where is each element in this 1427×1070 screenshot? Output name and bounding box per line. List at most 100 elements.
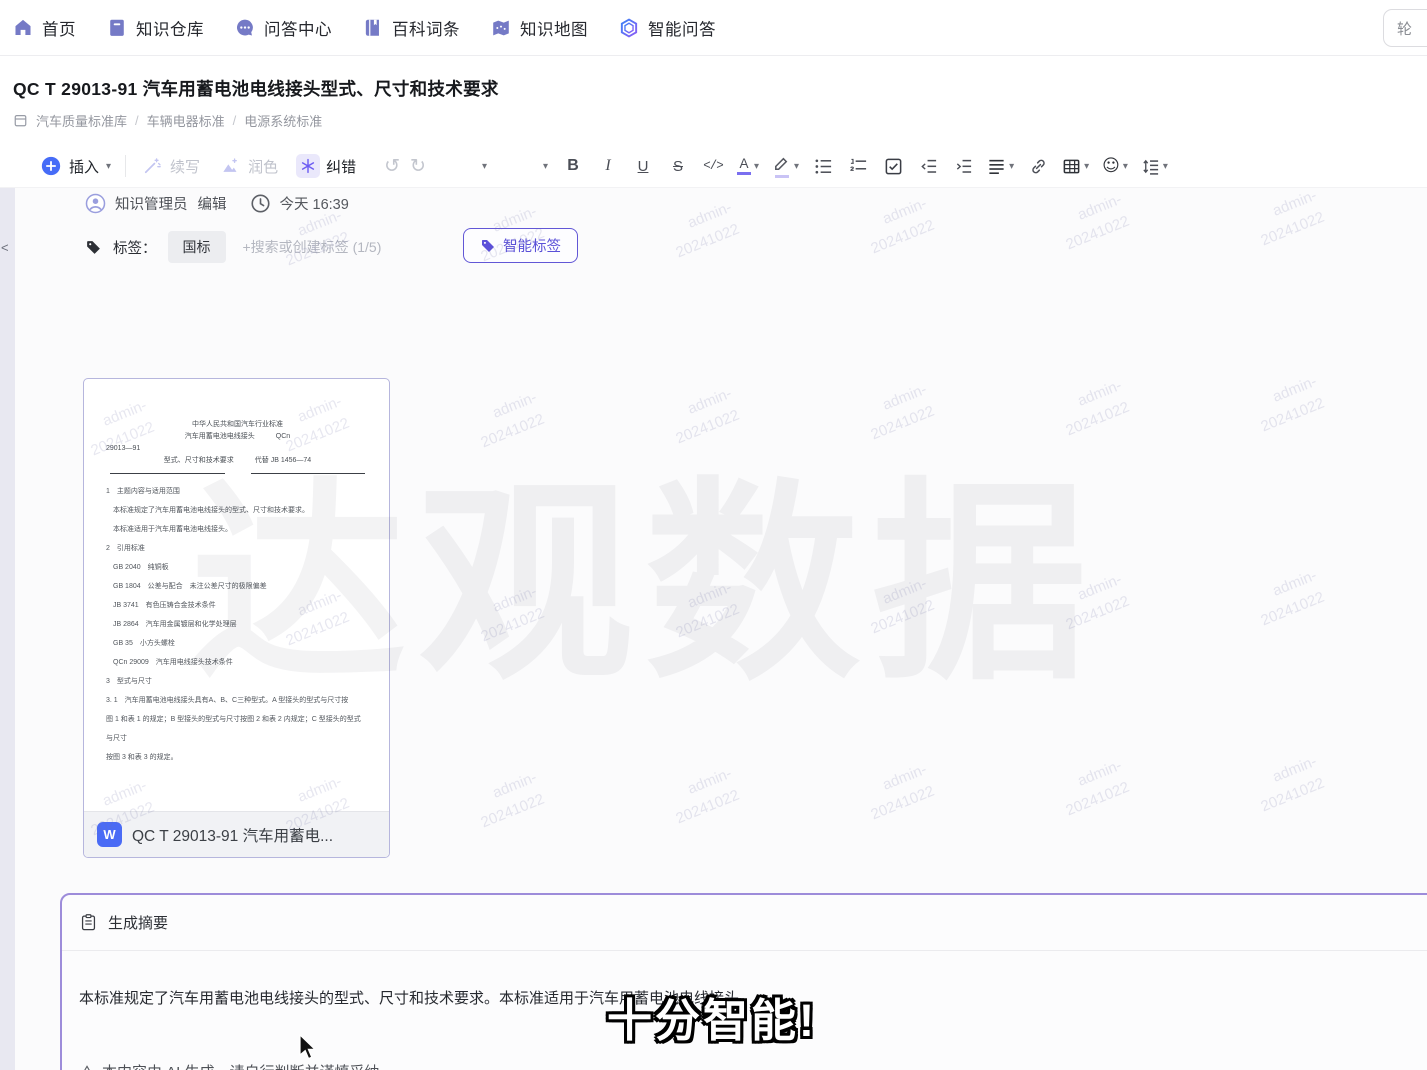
avatar: [84, 192, 107, 215]
breadcrumb-separator: /: [135, 113, 139, 128]
breadcrumb-separator: /: [233, 113, 237, 128]
tag-label: 标签：: [113, 237, 157, 258]
summary-title: 生成摘要: [108, 912, 168, 933]
numbered-list-button[interactable]: [847, 153, 869, 179]
ai-correct-button[interactable]: 纠错: [296, 154, 356, 178]
polish-icon: [220, 156, 240, 176]
ai-polish-label: 润色: [248, 156, 278, 177]
smart-tag-button[interactable]: 智能标签: [463, 228, 578, 263]
chevron-down-icon: ▾: [1009, 161, 1014, 172]
highlight-pen-icon: [772, 154, 791, 173]
task-list-button[interactable]: [882, 153, 904, 179]
emoji-icon: ☺: [1102, 156, 1120, 176]
chevron-down-icon: ▾: [1084, 161, 1089, 172]
insert-label: 插入: [69, 156, 99, 177]
link-button[interactable]: [1027, 153, 1049, 179]
ai-polish-button[interactable]: 润色: [218, 154, 278, 178]
emoji-button[interactable]: ☺▾: [1102, 153, 1128, 179]
magic-wand-icon: [142, 156, 162, 176]
attached-document-card[interactable]: 中华人民共和国汽车行业标准 汽车用蓄电池电线接头 QCn 29013—91 型式…: [83, 378, 390, 858]
carousel-button[interactable]: 轮: [1383, 9, 1427, 47]
clipboard-icon: [79, 913, 98, 932]
ai-continue-button[interactable]: 续写: [140, 154, 200, 178]
video-subtitle: 十分智能!: [607, 984, 817, 1049]
nav-label: 问答中心: [264, 16, 332, 40]
undo-button[interactable]: ↺: [384, 155, 400, 177]
top-nav: 首页 知识仓库 问答中心 百科词条 知识地图 智能问答 轮: [0, 0, 1427, 56]
library-icon: [13, 113, 28, 128]
app-window: 首页 知识仓库 问答中心 百科词条 知识地图 智能问答 轮 QC T 29013…: [0, 0, 1427, 1070]
strikethrough-button[interactable]: S: [667, 153, 689, 179]
collapse-arrow[interactable]: <: [1, 240, 9, 255]
meta-row: 知识管理员 编辑 今天 16:39: [84, 192, 349, 215]
line-spacing-button[interactable]: ▾: [1141, 153, 1168, 179]
page-title: QC T 29013-91 汽车用蓄电池电线接头型式、尺寸和技术要求: [13, 76, 1427, 101]
hexagon-ai-icon: [618, 17, 640, 39]
redo-button[interactable]: ↻: [410, 155, 426, 177]
font-color-letter: A: [739, 157, 748, 171]
chevron-down-icon: ▾: [794, 161, 799, 172]
style-dropdown[interactable]: ▾: [482, 161, 487, 172]
preview-header-line: 型式、尺寸和技术要求 代替 JB 1456—74: [106, 455, 369, 467]
checkbox-icon: [884, 157, 903, 176]
chevron-down-icon: ▾: [106, 161, 111, 172]
nav-item-knowledge-map[interactable]: 知识地图: [490, 16, 588, 40]
tag-row: 标签： 国标 +搜索或创建标签 (1/5): [85, 230, 381, 264]
author-name: 知识管理员: [115, 193, 188, 214]
breadcrumb-item[interactable]: 车辆电器标准: [147, 111, 225, 130]
repository-icon: [106, 17, 128, 39]
chat-bubble-icon: [234, 17, 256, 39]
tag-icon: [85, 239, 102, 256]
underline-button[interactable]: U: [632, 153, 654, 179]
highlight-button[interactable]: ▾: [772, 153, 799, 179]
tag-pill[interactable]: 国标: [168, 231, 226, 263]
align-icon: [987, 157, 1006, 176]
bullet-list-button[interactable]: [812, 153, 834, 179]
numbered-list-icon: [849, 157, 868, 176]
table-button[interactable]: ▾: [1062, 153, 1089, 179]
toolbar-divider: [125, 155, 126, 177]
font-color-button[interactable]: A ▾: [737, 153, 759, 179]
outdent-button[interactable]: [917, 153, 939, 179]
ai-continue-label: 续写: [170, 156, 200, 177]
chevron-down-icon: ▾: [1163, 161, 1168, 172]
indent-icon: [954, 157, 973, 176]
breadcrumb-item[interactable]: 汽车质量标准库: [36, 111, 127, 130]
document-preview: 中华人民共和国汽车行业标准 汽车用蓄电池电线接头 QCn 29013—91 型式…: [84, 379, 389, 811]
align-button[interactable]: ▾: [987, 153, 1014, 179]
chevron-down-icon: ▾: [754, 161, 759, 172]
insert-button[interactable]: 插入 ▾: [40, 155, 111, 177]
bullet-list-icon: [814, 157, 833, 176]
tag-search-input[interactable]: +搜索或创建标签 (1/5): [243, 237, 382, 257]
document-card-footer: W QC T 29013-91 汽车用蓄电...: [84, 811, 389, 857]
outdent-icon: [919, 157, 938, 176]
nav-item-knowledge-repo[interactable]: 知识仓库: [106, 16, 204, 40]
font-size-dropdown[interactable]: ▾: [543, 161, 548, 172]
table-icon: [1062, 157, 1081, 176]
nav-label: 智能问答: [648, 16, 716, 40]
breadcrumb-item[interactable]: 电源系统标准: [244, 111, 322, 130]
preview-header-line: 汽车用蓄电池电线接头 QCn: [106, 431, 369, 443]
italic-button[interactable]: I: [597, 153, 619, 179]
ai-correct-label: 纠错: [326, 156, 356, 177]
preview-header-line: 中华人民共和国汽车行业标准: [106, 419, 369, 431]
document-caption: QC T 29013-91 汽车用蓄电...: [132, 824, 333, 846]
nav-item-home[interactable]: 首页: [12, 16, 76, 40]
preview-rule: [110, 473, 365, 474]
home-icon: [12, 17, 34, 39]
nav-item-qa-center[interactable]: 问答中心: [234, 16, 332, 40]
edit-time: 今天 16:39: [280, 193, 349, 214]
code-button[interactable]: </>: [702, 153, 724, 179]
plus-circle-icon: [40, 155, 62, 177]
nav-item-encyclopedia[interactable]: 百科词条: [362, 16, 460, 40]
nav-item-smart-qa[interactable]: 智能问答: [618, 16, 716, 40]
preview-body: 1 主题内容与适用范围 本标准规定了汽车用蓄电池电线接头的型式、尺寸和技术要求。…: [106, 482, 369, 767]
bold-button[interactable]: B: [562, 153, 584, 179]
link-icon: [1029, 157, 1048, 176]
nav-label: 百科词条: [392, 16, 460, 40]
ai-disclaimer-text: 本内容由 AI 生成，请自行判断并谨慎采纳: [102, 1061, 380, 1070]
indent-button[interactable]: [952, 153, 974, 179]
font-color-bar: [737, 172, 751, 175]
title-area: QC T 29013-91 汽车用蓄电池电线接头型式、尺寸和技术要求 汽车质量标…: [0, 56, 1427, 145]
nav-label: 知识地图: [520, 16, 588, 40]
